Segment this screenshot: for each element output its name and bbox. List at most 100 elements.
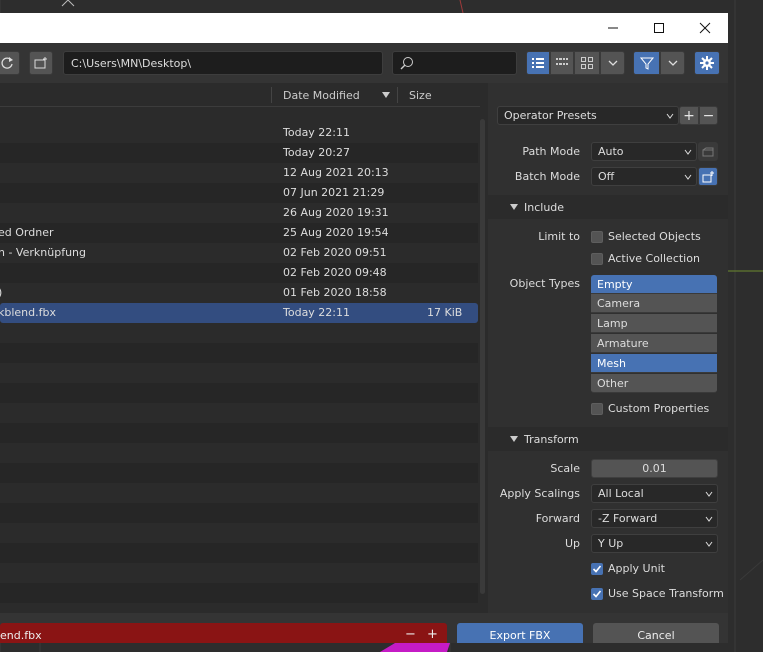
scale-field[interactable]: 0.01 [591, 459, 718, 478]
object-type-armature[interactable]: Armature [591, 334, 717, 353]
file-list-scrollbar[interactable] [480, 119, 485, 594]
transform-panel-header[interactable]: Transform [488, 427, 728, 451]
checkbox-box-checked [591, 587, 603, 600]
file-date: 26 Aug 2020 19:31 [283, 206, 389, 219]
apply-scalings-label: Apply Scalings [499, 487, 580, 500]
export-fbx-button[interactable]: Export FBX [457, 623, 583, 643]
remove-preset-button[interactable]: − [699, 106, 718, 125]
chevron-down-icon [608, 60, 617, 66]
filter-options-dropdown[interactable] [660, 51, 685, 75]
filename-decrement-button[interactable]: − [405, 627, 416, 642]
file-name: kblend.fbx [0, 306, 56, 319]
apply-unit-checkbox[interactable]: Apply Unit [591, 562, 665, 575]
object-type-label: Mesh [597, 356, 626, 370]
close-button[interactable] [682, 13, 728, 43]
object-type-mesh[interactable]: Mesh [591, 354, 717, 373]
filter-search-input[interactable] [392, 51, 517, 75]
file-list-header: Date Modified Size [0, 83, 480, 107]
up-label: Up [564, 537, 580, 550]
file-row[interactable]: 02 Feb 2020 09:48 [0, 263, 478, 283]
package-icon [702, 147, 714, 156]
list-view-icon [532, 58, 544, 68]
file-row-selected[interactable]: kblend.fbx Today 22:11 17 KiB [0, 303, 478, 323]
up-axis-dropdown[interactable]: Y Up [591, 534, 718, 553]
directory-path-field[interactable]: C:\Users\MN\Desktop\ [63, 51, 383, 75]
new-folder-button[interactable] [29, 51, 53, 75]
display-mode-dropdown[interactable] [600, 51, 625, 75]
file-date: Today 20:27 [283, 146, 351, 159]
active-collection-label: Active Collection [608, 252, 700, 265]
custom-properties-checkbox[interactable]: Custom Properties [591, 402, 709, 415]
batch-own-dir-toggle[interactable] [698, 167, 718, 186]
minus-icon: − [702, 107, 715, 124]
settings-toggle-button[interactable] [694, 51, 720, 75]
checkbox-box [591, 402, 603, 415]
plus-icon: + [683, 107, 695, 124]
display-list-vertical-button[interactable] [526, 51, 550, 75]
active-collection-checkbox[interactable]: Active Collection [591, 252, 700, 265]
export-fbx-label: Export FBX [489, 628, 551, 642]
add-preset-button[interactable]: + [679, 106, 699, 125]
file-row[interactable]: n - Verknüpfung 02 Feb 2020 09:51 [0, 243, 478, 263]
close-icon [699, 22, 711, 34]
object-types-label: Object Types [509, 277, 580, 290]
include-panel-title: Include [524, 201, 565, 214]
embed-textures-toggle[interactable] [698, 142, 718, 161]
display-thumbnails-button[interactable] [574, 51, 600, 75]
checkbox-box [591, 230, 603, 243]
include-panel-header[interactable]: Include [488, 195, 728, 219]
forward-axis-dropdown[interactable]: -Z Forward [591, 509, 718, 528]
chevron-down-icon [705, 516, 713, 522]
apply-unit-label: Apply Unit [608, 562, 665, 575]
object-type-camera[interactable]: Camera [591, 294, 717, 313]
use-space-transform-checkbox[interactable]: Use Space Transform [591, 587, 724, 600]
refresh-icon [1, 57, 13, 69]
custom-properties-label: Custom Properties [608, 402, 710, 415]
maximize-button[interactable] [636, 13, 682, 43]
file-row[interactable]: 26 Aug 2020 19:31 [0, 203, 478, 223]
batch-mode-dropdown[interactable]: Off [591, 167, 697, 186]
display-list-horizontal-button[interactable] [550, 51, 574, 75]
disclosure-triangle-down-icon [510, 204, 518, 210]
filename-text: end.fbx [0, 628, 42, 642]
new-folder-icon [702, 170, 714, 182]
filename-input[interactable]: end.fbx − + [0, 623, 447, 643]
file-date: 07 Jun 2021 21:29 [283, 186, 385, 199]
up-axis-value: Y Up [598, 537, 624, 550]
checkbox-box [591, 252, 603, 265]
file-date: 02 Feb 2020 09:48 [283, 266, 387, 279]
file-row[interactable]: ) 01 Feb 2020 18:58 [0, 283, 478, 303]
use-space-transform-label: Use Space Transform [608, 587, 724, 600]
file-row[interactable]: Today 22:11 [0, 123, 478, 143]
object-type-other[interactable]: Other [591, 374, 717, 393]
cancel-button[interactable]: Cancel [593, 623, 719, 643]
file-row[interactable]: Today 20:27 [0, 143, 478, 163]
filter-toggle-button[interactable] [633, 51, 660, 75]
file-row[interactable]: ed Ordner 25 Aug 2020 19:54 [0, 223, 478, 243]
selected-objects-checkbox[interactable]: Selected Objects [591, 230, 701, 243]
object-type-label: Lamp [597, 316, 628, 330]
object-type-empty[interactable]: Empty [591, 275, 717, 294]
column-size[interactable]: Size [409, 89, 432, 102]
forward-axis-value: -Z Forward [598, 512, 658, 525]
transform-panel-title: Transform [524, 433, 579, 446]
file-row[interactable]: 07 Jun 2021 21:29 [0, 183, 478, 203]
object-type-label: Armature [597, 336, 649, 350]
file-date: Today 22:11 [283, 126, 351, 139]
path-mode-dropdown[interactable]: Auto [591, 142, 697, 161]
object-type-lamp[interactable]: Lamp [591, 314, 717, 333]
apply-scalings-dropdown[interactable]: All Local [591, 484, 718, 503]
filename-increment-button[interactable]: + [427, 627, 438, 642]
refresh-button[interactable] [0, 51, 20, 75]
columns-view-icon [556, 58, 568, 65]
file-list: Date Modified Size Today 22:11 Today 20:… [0, 83, 488, 613]
limit-to-label: Limit to [538, 230, 580, 243]
chevron-down-icon [705, 491, 713, 497]
export-settings-sidebar: Operator Presets + − Path Mode Auto Batc… [488, 83, 728, 613]
filter-icon [639, 57, 654, 70]
file-row[interactable]: 12 Aug 2021 20:13 [0, 163, 478, 183]
chevron-down-icon [668, 60, 677, 66]
minimize-button[interactable] [590, 13, 636, 43]
column-date-modified[interactable]: Date Modified [283, 89, 360, 102]
operator-presets-dropdown[interactable]: Operator Presets [497, 106, 679, 125]
